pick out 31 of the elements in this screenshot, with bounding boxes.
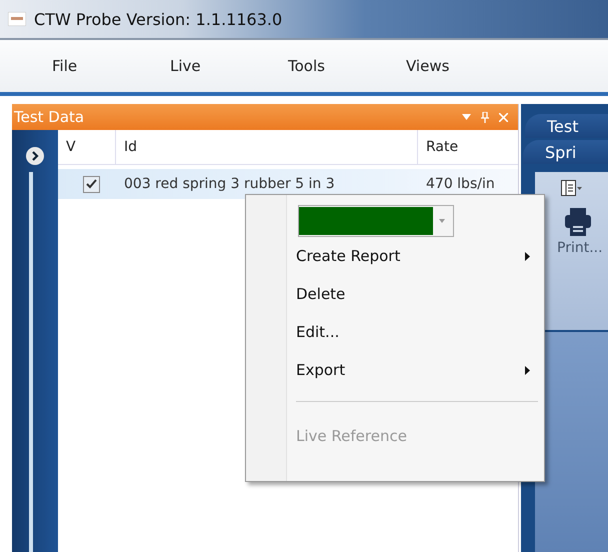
menu-item[interactable]: File: [52, 57, 170, 75]
table-cell-text: 470 lbs/in: [425, 176, 496, 192]
context-menu-item[interactable]: Delete: [246, 275, 544, 313]
submenu-arrow-icon: [525, 366, 530, 374]
close-icon[interactable]: [499, 112, 508, 122]
document-tab[interactable]: Spri: [523, 140, 608, 164]
color-dropdown[interactable]: [298, 205, 454, 237]
window-title: CTW Probe Version: 1.1.1163.0: [34, 10, 282, 28]
layout-icon[interactable]: [561, 180, 583, 196]
print-label[interactable]: Print...: [557, 240, 603, 256]
column-header[interactable]: Id: [116, 130, 418, 164]
document-tab[interactable]: Test: [525, 114, 608, 138]
context-menu-item[interactable]: Export: [246, 351, 544, 389]
column-header[interactable]: V: [58, 130, 116, 164]
pin-icon[interactable]: [481, 112, 489, 122]
table-row[interactable]: 003 red spring 3 rubber 5 in 3 470 lbs/in: [58, 169, 518, 199]
menu-item[interactable]: Tools: [288, 57, 406, 75]
checkbox[interactable]: [82, 176, 100, 192]
context-menu-item[interactable]: Edit...: [246, 313, 544, 351]
column-header[interactable]: Rate: [418, 130, 518, 164]
caret-icon: [439, 219, 445, 223]
dropdown-icon[interactable]: [462, 114, 471, 120]
table-cell-text: 003 red spring 3 rubber 5 in 3: [123, 176, 336, 192]
printer-icon[interactable]: [565, 208, 591, 236]
menu-item[interactable]: Live: [170, 57, 288, 75]
panel-title: Test Data: [14, 108, 86, 126]
expand-icon[interactable]: [25, 146, 45, 166]
submenu-arrow-icon: [525, 252, 530, 260]
menu-item[interactable]: Views: [406, 57, 524, 75]
context-menu-item[interactable]: Create Report: [246, 237, 544, 275]
app-icon: [8, 12, 26, 26]
